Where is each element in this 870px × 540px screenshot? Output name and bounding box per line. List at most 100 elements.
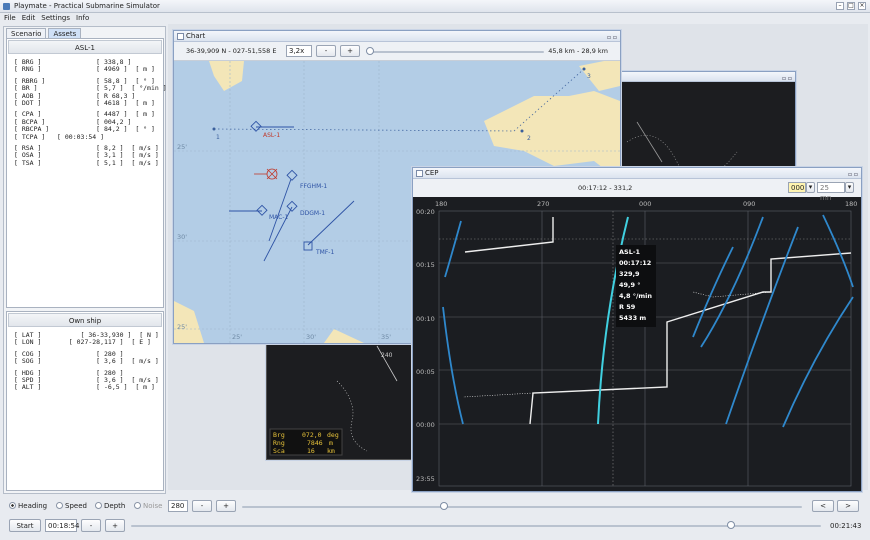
lat-label-3: 25' [177,323,187,331]
window-icon [416,170,423,177]
heading-radio[interactable]: Heading [9,502,47,510]
time-axis-label: 00:00 [416,421,435,429]
time-slider-handle[interactable] [727,521,736,529]
cep-span-select[interactable]: 25 mn [817,182,845,202]
bearing-trace [725,226,799,425]
ddgm-1-label: DDGM-1 [300,210,325,217]
bearing-trace [444,220,462,278]
cep-titlebar: CEP ▫ ▫ [413,168,861,179]
end-time: 00:21:43 [830,522,862,530]
cep-bearing-dropdown[interactable]: ▾ [806,182,815,193]
mac-1-marker [256,204,268,216]
value-plus-button[interactable]: + [216,500,236,512]
time-axis-label: 00:10 [416,315,435,323]
tooltip-line: 49,9 ° [619,281,641,289]
zoom-out-button[interactable]: - [316,45,336,57]
time-slider[interactable] [131,525,821,527]
tooltip-line: 00:17:12 [619,259,651,267]
bearing-trace [700,216,764,348]
zoom-in-button[interactable]: + [340,45,360,57]
chart-title: Chart [186,32,206,40]
tab-assets[interactable]: Assets [48,28,82,38]
tooltip-line: 4,8 °/min [619,292,652,300]
time-axis-label: 00:20 [416,208,435,216]
waypoint-1 [212,127,216,131]
data-row: [ ALT ] [ -6,5 ] [ m ] [14,383,155,392]
depth-radio[interactable]: Depth [95,502,125,510]
waypoint-3 [582,67,586,71]
menu-file[interactable]: File [4,13,16,24]
cep-window[interactable]: CEP ▫ ▫ 00:17:12 - 331,2 000 ▾ 25 mn ▾ 1… [412,167,862,492]
cep-span-dropdown[interactable]: ▾ [845,182,854,193]
zoom-slider-handle[interactable] [366,47,374,55]
tmf-1-marker [303,241,313,251]
sonar-window[interactable]: 240 Brg 072,0 deg Rng 7846 m Sca 16 km [266,340,416,460]
tooltip-line: R 59 [619,303,636,311]
contact-data: [ BRG ] [ 338,8 ][ RNG ] [ 4969 ] [ m ] … [14,58,167,167]
sca-value: 16 [307,447,315,455]
time-axis-label: 00:15 [416,261,435,269]
cep-bearing-select[interactable]: 000 [788,182,806,193]
bearing-trace [442,306,464,425]
data-row: [ DOT ] [ 4618 ] [ m ] [14,99,155,108]
scope-window[interactable]: ▫ ▫ [616,71,796,180]
value-field[interactable]: 280 [168,500,188,512]
lon-label-2: 30' [306,333,316,341]
elapsed-time-field[interactable]: 00:18:54 [45,519,79,532]
close-icon[interactable]: × [858,2,866,10]
brg-axis-label: 090 [743,200,755,208]
value-minus-button[interactable]: - [192,500,212,512]
zoom-slider[interactable] [368,51,544,53]
maximize-icon[interactable]: □ [847,2,855,10]
scope-window-controls[interactable]: ▫ ▫ [782,73,792,84]
asl-1-marker [250,120,262,132]
next-button[interactable]: > [837,500,859,512]
app-titlebar: Playmate - Practical Submarine Simulator… [0,0,870,13]
cep-toolbar: 00:17:12 - 331,2 000 ▾ 25 mn ▾ [413,179,861,202]
lat-label-2: 30' [177,233,187,241]
tab-scenario[interactable]: Scenario [6,28,47,38]
time-minus-button[interactable]: - [81,519,101,532]
ownship-data: [ LAT ] [ 36-33,930 ] [ N ][ LON ] [ 027… [14,331,160,392]
menu-settings[interactable]: Settings [41,13,70,24]
waypoint-3-label: 3 [587,73,591,80]
asl-1-label: ASL-1 [263,132,280,139]
menu-info[interactable]: Info [76,13,89,24]
data-row: [ RNG ] [ 4969 ] [ m ] [14,65,155,74]
time-axis-label: 23:55 [416,475,435,483]
ownship-track [464,217,554,253]
time-axis-label: 00:05 [416,368,435,376]
data-row: [ TCPA ] [ 00:03:54 ] [14,132,105,141]
rng-label: Rng [273,439,285,447]
speed-radio[interactable]: Speed [56,502,87,510]
brg-axis-label: 180 [435,200,447,208]
noise-radio[interactable]: Noise [134,502,162,510]
brg-axis-label: 000 [639,200,651,208]
cep-title: CEP [425,169,439,177]
waypoint-2-label: 2 [527,135,531,142]
time-plus-button[interactable]: + [105,519,125,532]
cep-tooltip: ASL-1 00:17:12 329,9 49,9 ° 4,8 °/min R … [616,245,656,327]
start-button[interactable]: Start [9,519,41,532]
brg-unit: deg [327,431,339,439]
heading-slider[interactable] [242,506,802,508]
menu-edit[interactable]: Edit [22,13,36,24]
sca-unit: km [327,447,335,455]
chart-toolbar: 36-39,909 N - 027-51,558 E 3,2x - + 45,8… [174,42,620,61]
zoom-field[interactable]: 3,2x [286,45,312,57]
left-tabs: Scenario Assets [6,28,82,38]
prev-button[interactable]: < [812,500,834,512]
chart-position: 36-39,909 N - 027-51,558 E [186,47,277,55]
rng-unit: m [329,439,333,447]
tmf-1-label: TMF-1 [315,249,334,256]
heading-slider-handle[interactable] [439,502,448,510]
tooltip-line: 5433 m [619,314,646,322]
bearing-trace [692,246,734,338]
scope-canvas [626,121,738,180]
brg-axis-label: 180 [845,200,857,208]
bottom-controls: Heading Speed Depth Noise 280 - + < > St… [0,496,870,540]
ownship-title: Own ship [8,313,162,327]
app-title: Playmate - Practical Submarine Simulator [14,2,160,10]
chart-titlebar: Chart ▫ ▫ [174,31,620,42]
minimize-icon[interactable]: – [836,2,844,10]
